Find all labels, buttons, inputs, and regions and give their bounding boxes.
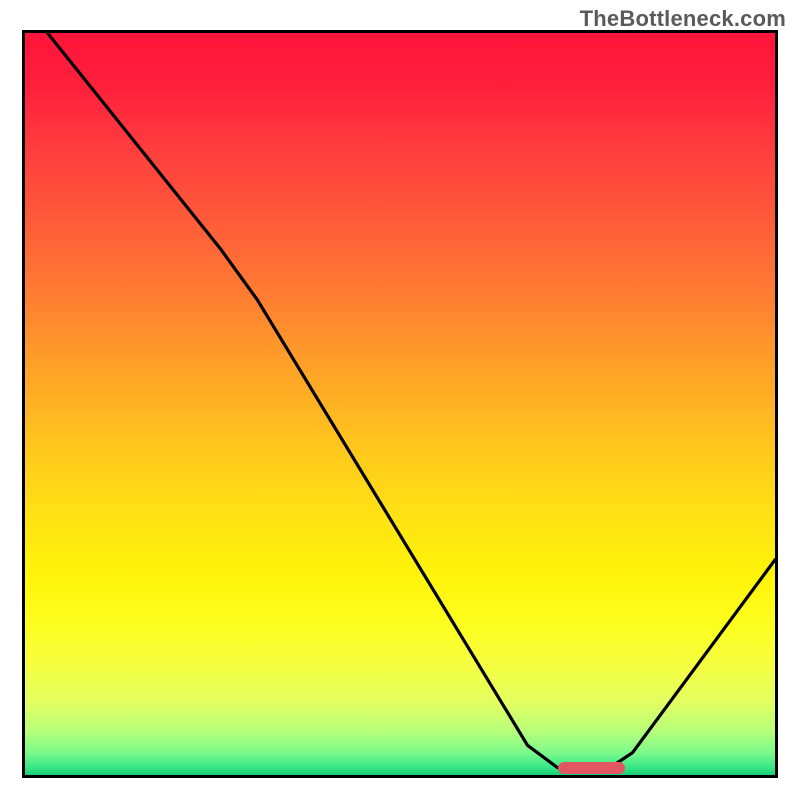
watermark-text: TheBottleneck.com	[580, 6, 786, 32]
chart-curve	[25, 33, 775, 775]
chart-frame	[22, 30, 778, 778]
optimal-range-marker	[558, 762, 626, 774]
